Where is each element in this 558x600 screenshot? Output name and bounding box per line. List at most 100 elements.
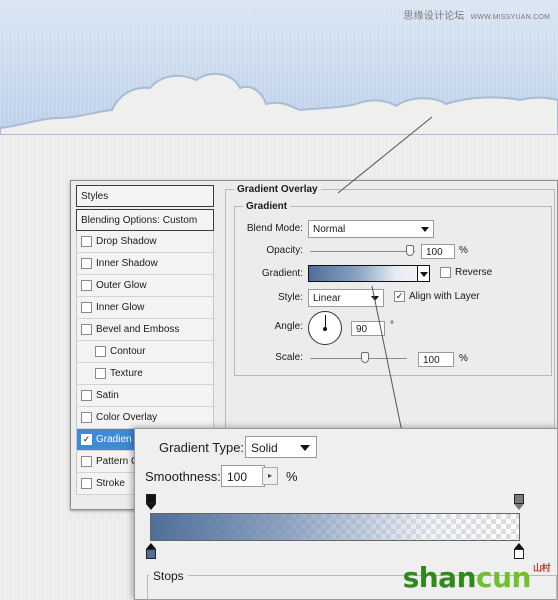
style-item-label: Drop Shadow	[96, 236, 157, 247]
stop-swatch	[514, 494, 524, 504]
style-item[interactable]: Inner Shadow	[76, 253, 214, 275]
gradient-type-value: Solid	[251, 441, 278, 455]
chevron-down-icon	[300, 445, 310, 451]
chevron-down-icon	[371, 296, 379, 301]
style-item-label: Inner Glow	[96, 302, 145, 313]
style-item[interactable]: Bevel and Emboss	[76, 319, 214, 341]
opacity-slider-thumb[interactable]	[406, 245, 414, 256]
opacity-stop-right[interactable]	[514, 494, 524, 510]
overlay-title: Gradient Overlay	[234, 184, 321, 195]
watermark-cn: 思缘设计论坛	[403, 11, 465, 22]
stop-swatch	[514, 549, 524, 559]
smoothness-label: Smoothness:	[145, 469, 221, 484]
style-checkbox[interactable]	[81, 258, 92, 269]
stop-swatch	[146, 549, 156, 559]
style-item[interactable]: Outer Glow	[76, 275, 214, 297]
scale-label: Scale:	[275, 352, 303, 363]
style-item-label: Bevel and Emboss	[96, 324, 180, 335]
align-label: Align with Layer	[409, 291, 480, 302]
style-item-label: Pattern O	[96, 456, 139, 467]
color-stop-left[interactable]	[146, 543, 156, 559]
blending-options[interactable]: Blending Options: Custom	[76, 209, 214, 231]
styles-header[interactable]: Styles	[76, 185, 214, 207]
gradient-group-title: Gradient	[243, 201, 291, 212]
smoothness-stepper[interactable]: ▸	[262, 467, 278, 485]
color-stop-right[interactable]	[514, 543, 524, 559]
opacity-slider[interactable]	[310, 251, 415, 252]
style-item-label: Stroke	[96, 478, 125, 489]
watermark-top: 思缘设计论坛 WWW.MISSYUAN.COM	[403, 7, 550, 22]
style-checkbox[interactable]	[81, 324, 92, 335]
style-checkbox[interactable]	[95, 346, 106, 357]
shancun-logo: shancun 山村	[402, 561, 551, 594]
opacity-stop-left[interactable]	[146, 494, 156, 510]
gradient-dropdown[interactable]	[418, 265, 430, 282]
style-item-label: Texture	[110, 368, 143, 379]
opacity-input[interactable]: 100	[421, 244, 455, 259]
gradient-bar[interactable]	[150, 513, 520, 541]
gradient-type-select[interactable]: Solid	[245, 436, 317, 458]
scale-slider-thumb[interactable]	[360, 352, 369, 363]
blend-mode-label: Blend Mode:	[246, 223, 303, 234]
style-item[interactable]: Color Overlay	[76, 407, 214, 429]
style-checkbox[interactable]	[95, 368, 106, 379]
logo-cn: 山村	[532, 564, 551, 574]
opacity-label: Opacity:	[266, 245, 303, 256]
gradient-preview[interactable]	[308, 265, 418, 282]
scale-input[interactable]: 100	[418, 352, 454, 367]
reverse-label: Reverse	[455, 267, 493, 278]
scale-slider[interactable]	[310, 358, 407, 359]
style-item-label: Gradien	[96, 434, 132, 445]
smoothness-percent: %	[286, 469, 298, 484]
style-checkbox[interactable]	[81, 456, 92, 467]
style-checkbox[interactable]	[81, 412, 92, 423]
angle-dial[interactable]	[308, 311, 342, 345]
angle-label: Angle:	[274, 321, 303, 332]
reverse-checkbox[interactable]: Reverse	[440, 267, 492, 278]
align-check-box[interactable]: ✓	[394, 291, 405, 302]
style-checkbox[interactable]	[81, 236, 92, 247]
reverse-check-box[interactable]	[440, 267, 451, 278]
style-select[interactable]: Linear	[308, 289, 384, 307]
style-checkbox[interactable]	[81, 280, 92, 291]
style-checkbox[interactable]	[81, 302, 92, 313]
smoothness-input[interactable]: 100	[221, 465, 265, 487]
sky-banner: 思缘设计论坛 WWW.MISSYUAN.COM	[0, 0, 558, 135]
logo-word-a: shan	[402, 561, 477, 594]
style-item-label: Color Overlay	[96, 412, 158, 423]
style-item-label: Outer Glow	[96, 280, 147, 291]
angle-input[interactable]: 90	[351, 321, 385, 336]
opacity-percent: %	[459, 245, 468, 256]
style-item[interactable]: Satin	[76, 385, 214, 407]
chevron-down-icon	[420, 272, 428, 277]
style-label: Style:	[277, 292, 303, 303]
gradient-type-label: Gradient Type:	[159, 440, 245, 455]
blend-mode-value: Normal	[313, 224, 346, 235]
style-checkbox[interactable]: ✓	[81, 434, 92, 445]
overlay-group: Gradient Overlay Gradient Blend Mode: No…	[225, 184, 555, 429]
stop-pointer	[514, 504, 524, 510]
watermark-site: WWW.MISSYUAN.COM	[470, 14, 550, 21]
style-item[interactable]: Inner Glow	[76, 297, 214, 319]
style-item[interactable]: Texture	[76, 363, 214, 385]
style-checkbox[interactable]	[81, 390, 92, 401]
gradient-group: Gradient Blend Mode: Normal Opacity: 100…	[234, 201, 552, 376]
style-item[interactable]: Contour	[76, 341, 214, 363]
degree-symbol: °	[390, 320, 394, 331]
angle-dial-center	[323, 327, 327, 331]
style-checkbox[interactable]	[81, 478, 92, 489]
stop-pointer	[146, 504, 156, 510]
style-value: Linear	[313, 293, 341, 304]
logo-word-b: cun	[476, 561, 531, 594]
style-item-label: Contour	[110, 346, 146, 357]
stops-title: Stops	[149, 569, 188, 583]
style-item-label: Inner Shadow	[96, 258, 158, 269]
blend-mode-select[interactable]: Normal	[308, 220, 434, 238]
chevron-down-icon	[421, 227, 429, 232]
style-item[interactable]: Drop Shadow	[76, 231, 214, 253]
stop-swatch	[146, 494, 156, 504]
scale-percent: %	[459, 353, 468, 364]
style-item-label: Satin	[96, 390, 119, 401]
gradient-label: Gradient:	[261, 268, 303, 279]
align-checkbox[interactable]: ✓ Align with Layer	[394, 291, 480, 302]
